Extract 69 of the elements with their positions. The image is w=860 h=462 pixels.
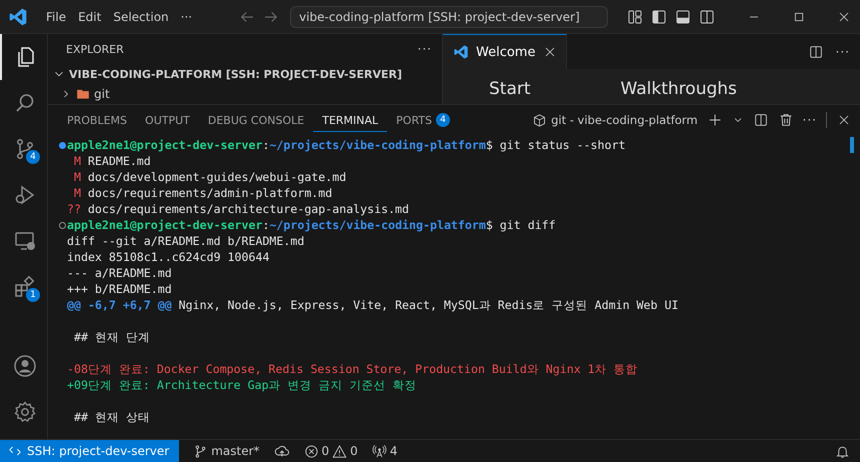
split-editor-icon[interactable] bbox=[808, 44, 824, 60]
cloud-upload-icon[interactable] bbox=[274, 443, 290, 459]
plus-icon[interactable] bbox=[706, 112, 723, 128]
more-actions-button[interactable]: ··· bbox=[802, 113, 817, 127]
terminal-line: +++ b/README.md bbox=[67, 281, 172, 297]
more-actions-button[interactable]: ··· bbox=[418, 42, 432, 56]
panel-bottom-icon[interactable] bbox=[674, 8, 692, 26]
settings-icon bbox=[12, 400, 36, 424]
more-actions-button[interactable]: ··· bbox=[836, 44, 850, 58]
menu-item[interactable]: Selection bbox=[107, 6, 175, 26]
panel-tab[interactable]: PORTS 4 bbox=[387, 108, 459, 132]
terminal-line: @@ -6,7 +6,7 @@ Nginx, Node.js, Express, Vite, React, MySQL과 Redis로 구성된 Admin Web UI bbox=[67, 297, 678, 313]
terminal-line: -08단계 완료: Docker Compose, Redis Session Store, Production Build와 Nginx 1차 통합 bbox=[67, 361, 638, 377]
terminal-selector[interactable]: git - vibe-coding-platform bbox=[532, 112, 698, 128]
terminal-line: diff --git a/README.md b/README.md bbox=[67, 233, 304, 249]
remote-icon bbox=[8, 444, 22, 458]
terminal-line: ## 현재 단계 bbox=[72, 329, 150, 345]
terminal-line: apple2ne1@project-dev-server:~/projects/vibe-coding-platform$ git diff bbox=[67, 217, 556, 233]
more-menu-button[interactable]: ··· bbox=[174, 6, 198, 26]
menu-item[interactable]: Edit bbox=[72, 6, 108, 26]
branch-indicator[interactable]: master* bbox=[193, 444, 260, 458]
panel-tab[interactable]: TERMINAL bbox=[313, 108, 388, 132]
activity-bar-item[interactable]: 1 bbox=[0, 264, 47, 310]
warning-icon bbox=[332, 444, 348, 458]
terminal-line: M docs/requirements/admin-platform.md bbox=[72, 185, 332, 201]
error-icon bbox=[304, 444, 319, 458]
problems-indicator[interactable]: 0 0 bbox=[304, 444, 358, 458]
terminal-line: ?? docs/requirements/architecture-gap-analysis.md bbox=[67, 201, 410, 217]
terminal-line: +09단계 완료: Architecture Gap과 변경 금지 기준선 확정 bbox=[67, 377, 416, 393]
editor-tab[interactable]: Welcome bbox=[443, 34, 568, 69]
tree-item[interactable]: git bbox=[48, 84, 442, 103]
menu-item[interactable]: File bbox=[40, 6, 72, 26]
cube-icon bbox=[532, 112, 548, 128]
file-name: git bbox=[94, 86, 110, 100]
count-badge: 4 bbox=[436, 113, 450, 127]
count-badge: 4 bbox=[26, 150, 40, 164]
ports-indicator[interactable]: 4 bbox=[372, 444, 398, 458]
folder-header[interactable]: VIBE-CODING-PLATFORM [SSH: PROJECT-DEV-SERVER] bbox=[48, 64, 442, 84]
notifications-icon[interactable] bbox=[835, 444, 850, 458]
count-badge: 1 bbox=[26, 288, 40, 302]
terminal-line: ## 현재 상태 bbox=[72, 409, 150, 425]
app-logo-icon bbox=[453, 44, 469, 60]
folder-name: VIBE-CODING-PLATFORM [SSH: PROJECT-DEV-SERVER] bbox=[69, 68, 402, 80]
app-logo-icon bbox=[8, 6, 28, 26]
panel-tab[interactable]: DEBUG CONSOLE bbox=[198, 108, 314, 132]
branch-icon bbox=[193, 444, 208, 458]
panel-tab[interactable]: OUTPUT bbox=[136, 108, 199, 132]
terminal-line: --- a/README.md bbox=[67, 265, 172, 281]
activity-bar-item[interactable]: 4 bbox=[0, 126, 47, 172]
command-center-field[interactable]: vibe-coding-platform [SSH: project-dev-server] bbox=[290, 6, 608, 28]
trash-icon[interactable] bbox=[778, 112, 794, 128]
command-decoration-icon[interactable] bbox=[59, 142, 66, 148]
layout-grid-icon[interactable] bbox=[626, 8, 644, 26]
remote-indicator[interactable]: SSH: project-dev-server bbox=[0, 440, 180, 462]
split-columns-icon[interactable] bbox=[698, 8, 716, 26]
panel-tab[interactable]: PROBLEMS bbox=[58, 108, 136, 132]
section-heading: Walkthroughs bbox=[620, 79, 737, 99]
terminal-line: index 85108c1..c624cd9 100644 bbox=[67, 249, 270, 265]
sidebar-title: EXPLORER bbox=[66, 42, 124, 56]
terminal-line: apple2ne1@project-dev-server:~/projects/vibe-coding-platform$ git status --short bbox=[67, 137, 626, 153]
section-heading: Start bbox=[489, 79, 531, 99]
extensions-icon bbox=[12, 275, 36, 299]
sidebar-left-icon[interactable] bbox=[650, 8, 668, 26]
terminal-line: M README.md bbox=[72, 153, 151, 169]
command-decoration-icon[interactable] bbox=[59, 222, 66, 228]
terminal-line: M docs/development-guides/webui-gate.md bbox=[72, 169, 346, 185]
account-icon bbox=[12, 354, 36, 378]
split-terminal-icon[interactable] bbox=[752, 112, 769, 128]
antenna-icon bbox=[372, 444, 387, 458]
